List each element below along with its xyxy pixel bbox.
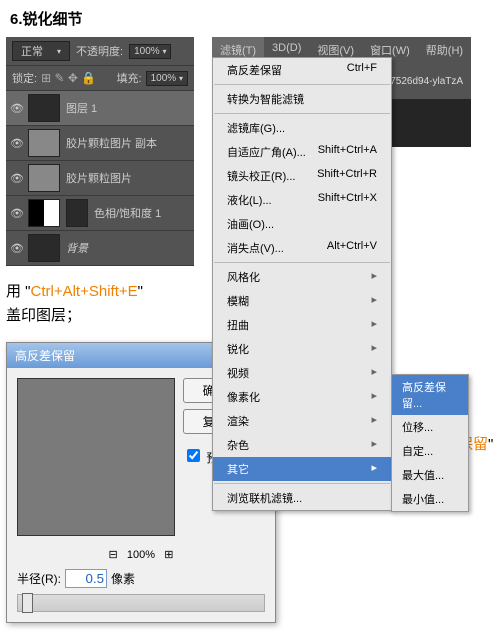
eye-icon[interactable]: 👁 (10, 242, 22, 255)
submenu-other: 高反差保留... 位移... 自定... 最大值... 最小值... (391, 374, 469, 512)
mask-thumb (66, 199, 88, 227)
layer-row[interactable]: 👁 色相/饱和度 1 (6, 196, 194, 231)
layer-row[interactable]: 👁 胶片颗粒图片 副本 (6, 126, 194, 161)
zoom-out[interactable]: ⊟ (109, 549, 118, 561)
mi-lens[interactable]: 镜头校正(R)...Shift+Ctrl+R (213, 164, 391, 188)
mi-highpass[interactable]: 高反差保留... (392, 375, 468, 415)
radius-unit: 像素 (111, 570, 135, 587)
mi-vanish[interactable]: 消失点(V)...Alt+Ctrl+V (213, 236, 391, 260)
mi-gallery[interactable]: 滤镜库(G)... (213, 116, 391, 140)
zoom-value: 100% (127, 549, 155, 561)
layer-name: 图层 1 (66, 100, 97, 116)
mi-sharpen[interactable]: 锐化▸ (213, 337, 391, 361)
layer-name: 背景 (66, 240, 88, 256)
layer-name: 色相/饱和度 1 (94, 205, 161, 221)
mi-stylize[interactable]: 风格化▸ (213, 265, 391, 289)
zoom-in[interactable]: ⊞ (164, 549, 173, 561)
layer-thumb (28, 94, 60, 122)
adj-thumb (28, 199, 60, 227)
layer-row[interactable]: 👁 胶片颗粒图片 (6, 161, 194, 196)
lock-icon[interactable]: ⊞ ✎ ✥ 🔒 (41, 71, 96, 85)
radius-label: 半径(R): (17, 570, 61, 587)
layers-panel: 正常▾ 不透明度: 100% ▾ 锁定: ⊞ ✎ ✥ 🔒 填充: 100% ▾ … (6, 37, 194, 266)
mi-custom[interactable]: 自定... (392, 439, 468, 463)
opacity-label: 不透明度: (76, 43, 123, 59)
menu-help[interactable]: 帮助(H) (418, 37, 471, 63)
eye-icon[interactable]: 👁 (10, 172, 22, 185)
filter-dropdown: 高反差保留Ctrl+F 转换为智能滤镜 滤镜库(G)... 自适应广角(A)..… (212, 57, 392, 511)
eye-icon[interactable]: 👁 (10, 102, 22, 115)
mi-minimum[interactable]: 最小值... (392, 487, 468, 511)
layer-row[interactable]: 👁 背景 (6, 231, 194, 266)
mi-pixelate[interactable]: 像素化▸ (213, 385, 391, 409)
mi-last-filter[interactable]: 高反差保留Ctrl+F (213, 58, 391, 82)
layer-thumb (28, 129, 60, 157)
lock-label: 锁定: (12, 70, 37, 86)
layer-name: 胶片颗粒图片 副本 (66, 135, 157, 151)
zoom-row: ⊟ 100% ⊞ (7, 546, 275, 563)
mi-video[interactable]: 视频▸ (213, 361, 391, 385)
eye-icon[interactable]: 👁 (10, 207, 22, 220)
layer-thumb (28, 164, 60, 192)
fill-value[interactable]: 100% ▾ (146, 71, 188, 86)
radius-input[interactable] (65, 569, 107, 588)
preview-area[interactable] (17, 378, 175, 536)
mi-render[interactable]: 渲染▸ (213, 409, 391, 433)
mi-smart[interactable]: 转换为智能滤镜 (213, 87, 391, 111)
fill-label: 填充: (117, 70, 142, 86)
mi-maximum[interactable]: 最大值... (392, 463, 468, 487)
mi-distort[interactable]: 扭曲▸ (213, 313, 391, 337)
mi-offset[interactable]: 位移... (392, 415, 468, 439)
mi-oil[interactable]: 油画(O)... (213, 212, 391, 236)
section-heading: 6.锐化细节 (0, 0, 501, 37)
mi-browse[interactable]: 浏览联机滤镜... (213, 486, 391, 510)
layer-row[interactable]: 👁 图层 1 (6, 91, 194, 126)
eye-icon[interactable]: 👁 (10, 137, 22, 150)
mi-noise[interactable]: 杂色▸ (213, 433, 391, 457)
mi-adaptive[interactable]: 自适应广角(A)...Shift+Ctrl+A (213, 140, 391, 164)
slider-handle[interactable] (22, 593, 33, 613)
dialog-title: 高反差保留 (15, 347, 75, 364)
layer-thumb (28, 234, 60, 262)
radius-slider[interactable] (17, 594, 265, 612)
layer-name: 胶片颗粒图片 (66, 170, 132, 186)
mi-other[interactable]: 其它▸ (213, 457, 391, 481)
tab-label: d7526d94-ylaTzA (385, 76, 463, 87)
opacity-value[interactable]: 100% ▾ (129, 44, 171, 59)
menu-area: 滤镜(T) 3D(D) 视图(V) 窗口(W) 帮助(H) ▭ ▭ ▭ ▭d75… (212, 37, 471, 266)
mi-blur[interactable]: 模糊▸ (213, 289, 391, 313)
mi-liquify[interactable]: 液化(L)...Shift+Ctrl+X (213, 188, 391, 212)
blend-mode-select[interactable]: 正常▾ (12, 41, 70, 61)
